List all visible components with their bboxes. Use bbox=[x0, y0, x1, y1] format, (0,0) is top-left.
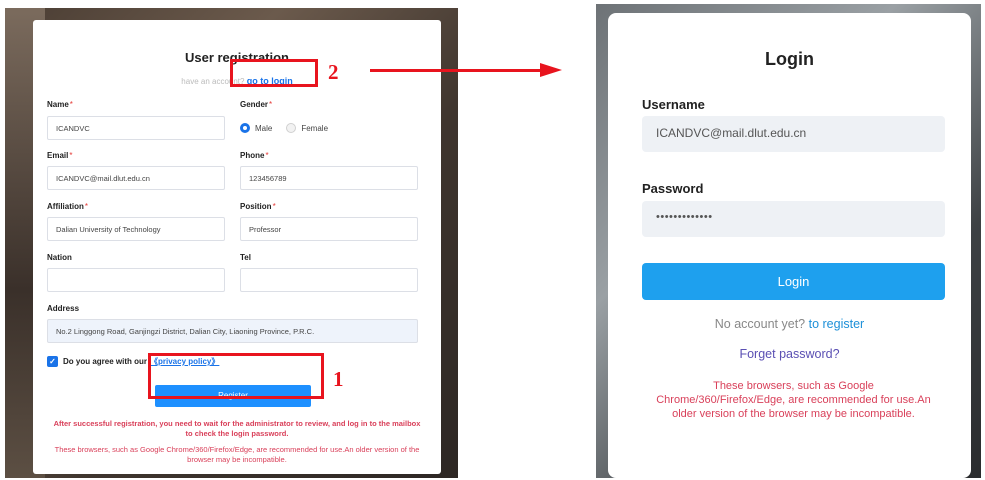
required-star: * bbox=[69, 100, 73, 109]
gender-radio-group: Male Female bbox=[240, 123, 342, 133]
gender-option-female[interactable]: Female bbox=[286, 123, 328, 133]
email-label-text: Email bbox=[47, 151, 69, 160]
required-star: * bbox=[272, 202, 276, 211]
required-star: * bbox=[269, 100, 273, 109]
required-star: * bbox=[265, 151, 269, 160]
position-input[interactable]: Professor bbox=[240, 217, 418, 241]
step-number-2: 2 bbox=[328, 60, 339, 84]
name-label: Name* bbox=[47, 100, 73, 109]
female-label: Female bbox=[301, 123, 329, 133]
required-star: * bbox=[84, 202, 89, 211]
arrow-line bbox=[370, 69, 542, 72]
arrow-right-icon bbox=[540, 63, 562, 77]
to-register-link[interactable]: to register bbox=[809, 317, 865, 331]
login-button[interactable]: Login bbox=[642, 263, 945, 300]
radio-unselected-icon bbox=[286, 123, 297, 133]
login-title: Login bbox=[765, 49, 814, 69]
name-input[interactable]: ICANDVC bbox=[47, 116, 225, 140]
address-label: Address bbox=[47, 304, 80, 313]
name-label-text: Name bbox=[47, 100, 69, 109]
highlight-box-go-to-login bbox=[230, 59, 318, 87]
phone-input[interactable]: 123456789 bbox=[240, 166, 418, 190]
no-account-text: No account yet? bbox=[714, 317, 806, 331]
nation-label: Nation bbox=[47, 253, 72, 262]
affiliation-label-text: Affiliation bbox=[47, 202, 84, 211]
email-label: Email* bbox=[47, 151, 72, 160]
phone-label: Phone* bbox=[240, 151, 269, 160]
highlight-box-register bbox=[148, 353, 324, 399]
no-account-line: No account yet? to register bbox=[608, 317, 971, 331]
radio-selected-icon bbox=[240, 123, 250, 133]
email-input[interactable]: ICANDVC@mail.dlut.edu.cn bbox=[47, 166, 225, 190]
checkbox-checked-icon[interactable]: ✓ bbox=[47, 356, 58, 367]
registration-card: User registration have an account? go to… bbox=[33, 20, 441, 474]
login-card: Login Username ICANDVC@mail.dlut.edu.cn … bbox=[608, 13, 971, 478]
gender-label: Gender* bbox=[240, 100, 272, 109]
affiliation-input[interactable]: Dalian University of Technology bbox=[47, 217, 225, 241]
agree-text: Do you agree with our bbox=[63, 357, 148, 366]
male-label: Male bbox=[255, 123, 273, 133]
password-label: Password bbox=[642, 181, 704, 196]
forget-password-link[interactable]: Forget password? bbox=[608, 347, 971, 361]
step-number-1: 1 bbox=[333, 367, 344, 391]
username-label: Username bbox=[642, 97, 705, 112]
gender-label-text: Gender bbox=[240, 100, 269, 109]
nation-input[interactable] bbox=[47, 268, 225, 292]
password-input[interactable]: ••••••••••••• bbox=[642, 201, 945, 237]
gender-option-male[interactable]: Male bbox=[240, 123, 272, 133]
phone-label-text: Phone bbox=[240, 151, 265, 160]
required-star: * bbox=[69, 151, 73, 160]
browser-compat-note: These browsers, such as Google Chrome/36… bbox=[54, 445, 420, 464]
tel-label: Tel bbox=[240, 253, 251, 262]
affiliation-label: Affiliation* bbox=[47, 202, 88, 211]
position-label-text: Position bbox=[240, 202, 272, 211]
address-input[interactable]: No.2 Linggong Road, Ganjingzi District, … bbox=[47, 319, 418, 343]
position-label: Position* bbox=[240, 202, 276, 211]
review-note: After successful registration, you need … bbox=[53, 419, 421, 438]
login-screenshot: Login Username ICANDVC@mail.dlut.edu.cn … bbox=[596, 4, 981, 478]
username-input[interactable]: ICANDVC@mail.dlut.edu.cn bbox=[642, 116, 945, 152]
tel-input[interactable] bbox=[240, 268, 418, 292]
login-browser-compat-note: These browsers, such as Google Chrome/36… bbox=[656, 380, 931, 420]
